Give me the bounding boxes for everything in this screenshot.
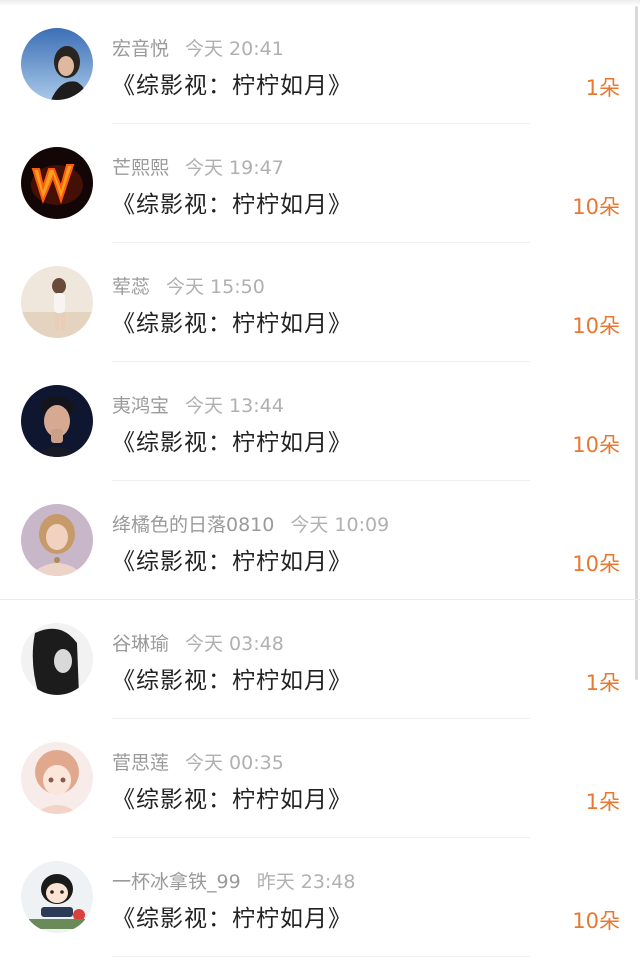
- username[interactable]: 绛橘色的日落0810: [112, 514, 274, 536]
- item-meta: 夷鸿宝 今天 13:44: [112, 391, 284, 418]
- list-item[interactable]: 谷琳瑜 今天 03:48 《综影视：柠柠如月》 1朵: [0, 600, 640, 719]
- avatar[interactable]: [21, 147, 93, 219]
- cartoon-pingpong-avatar-icon: [21, 861, 93, 933]
- timestamp: 今天 00:35: [185, 752, 284, 774]
- book-title[interactable]: 《综影视：柠柠如月》: [112, 661, 352, 695]
- gift-list: 宏音悦 今天 20:41 《综影视：柠柠如月》 1朵 芒熙熙 今天 19:47 《综…: [0, 5, 640, 957]
- book-title[interactable]: 《综影视：柠柠如月》: [112, 304, 352, 338]
- bw-woman-avatar-icon: [21, 623, 93, 695]
- man-portrait-avatar-icon: [21, 385, 93, 457]
- list-item[interactable]: 芒熙熙 今天 19:47 《综影视：柠柠如月》 10朵: [0, 124, 640, 243]
- book-title[interactable]: 《综影视：柠柠如月》: [112, 542, 352, 576]
- book-title[interactable]: 《综影视：柠柠如月》: [112, 899, 352, 933]
- avatar[interactable]: [21, 385, 93, 457]
- avatar[interactable]: [21, 28, 93, 100]
- item-meta: 荤蕊 今天 15:50: [112, 272, 265, 299]
- avatar[interactable]: [21, 266, 93, 338]
- gift-count: 1朵: [585, 790, 620, 814]
- avatar[interactable]: [21, 742, 93, 814]
- timestamp: 昨天 23:48: [256, 871, 356, 893]
- book-title[interactable]: 《综影视：柠柠如月》: [112, 780, 352, 814]
- fire-letter-w-avatar-icon: [21, 147, 93, 219]
- gift-count: 10朵: [572, 433, 620, 457]
- username[interactable]: 谷琳瑜: [112, 633, 169, 655]
- item-meta: 宏音悦 今天 20:41: [112, 34, 284, 61]
- gift-count: 10朵: [572, 195, 620, 219]
- painted-lady-avatar-icon: [21, 504, 93, 576]
- item-meta: 绛橘色的日落0810 今天 10:09: [112, 510, 389, 537]
- username[interactable]: 荤蕊: [112, 276, 150, 298]
- divider: [112, 956, 530, 957]
- gift-count: 1朵: [585, 76, 620, 100]
- book-title[interactable]: 《综影视：柠柠如月》: [112, 66, 352, 100]
- username[interactable]: 菅思莲: [112, 752, 169, 774]
- username[interactable]: 夷鸿宝: [112, 395, 169, 417]
- item-meta: 芒熙熙 今天 19:47: [112, 153, 284, 180]
- timestamp: 今天 03:48: [185, 633, 284, 655]
- username[interactable]: 一杯冰拿铁_99: [112, 871, 241, 893]
- timestamp: 今天 19:47: [185, 157, 284, 179]
- girl-beach-avatar-icon: [21, 266, 93, 338]
- list-item[interactable]: 绛橘色的日落0810 今天 10:09 《综影视：柠柠如月》 10朵: [0, 481, 640, 600]
- timestamp: 今天 15:50: [166, 276, 265, 298]
- avatar[interactable]: [21, 504, 93, 576]
- item-meta: 菅思莲 今天 00:35: [112, 748, 284, 775]
- item-meta: 谷琳瑜 今天 03:48: [112, 629, 284, 656]
- item-meta: 一杯冰拿铁_99 昨天 23:48: [112, 867, 355, 894]
- list-item[interactable]: 一杯冰拿铁_99 昨天 23:48 《综影视：柠柠如月》 10朵: [0, 838, 640, 957]
- book-title[interactable]: 《综影视：柠柠如月》: [112, 423, 352, 457]
- gift-count: 10朵: [572, 552, 620, 576]
- avatar[interactable]: [21, 861, 93, 933]
- gift-count: 10朵: [572, 909, 620, 933]
- list-item[interactable]: 宏音悦 今天 20:41 《综影视：柠柠如月》 1朵: [0, 5, 640, 124]
- timestamp: 今天 20:41: [185, 38, 284, 60]
- timestamp: 今天 10:09: [290, 514, 390, 536]
- anime-girl-avatar-icon: [21, 742, 93, 814]
- gift-count: 1朵: [585, 671, 620, 695]
- timestamp: 今天 13:44: [185, 395, 284, 417]
- book-title[interactable]: 《综影视：柠柠如月》: [112, 185, 352, 219]
- list-item[interactable]: 夷鸿宝 今天 13:44 《综影视：柠柠如月》 10朵: [0, 362, 640, 481]
- woman-outdoor-avatar-icon: [21, 28, 93, 100]
- list-item[interactable]: 荤蕊 今天 15:50 《综影视：柠柠如月》 10朵: [0, 243, 640, 362]
- gift-count: 10朵: [572, 314, 620, 338]
- list-item[interactable]: 菅思莲 今天 00:35 《综影视：柠柠如月》 1朵: [0, 719, 640, 838]
- username[interactable]: 芒熙熙: [112, 157, 169, 179]
- username[interactable]: 宏音悦: [112, 38, 169, 60]
- avatar[interactable]: [21, 623, 93, 695]
